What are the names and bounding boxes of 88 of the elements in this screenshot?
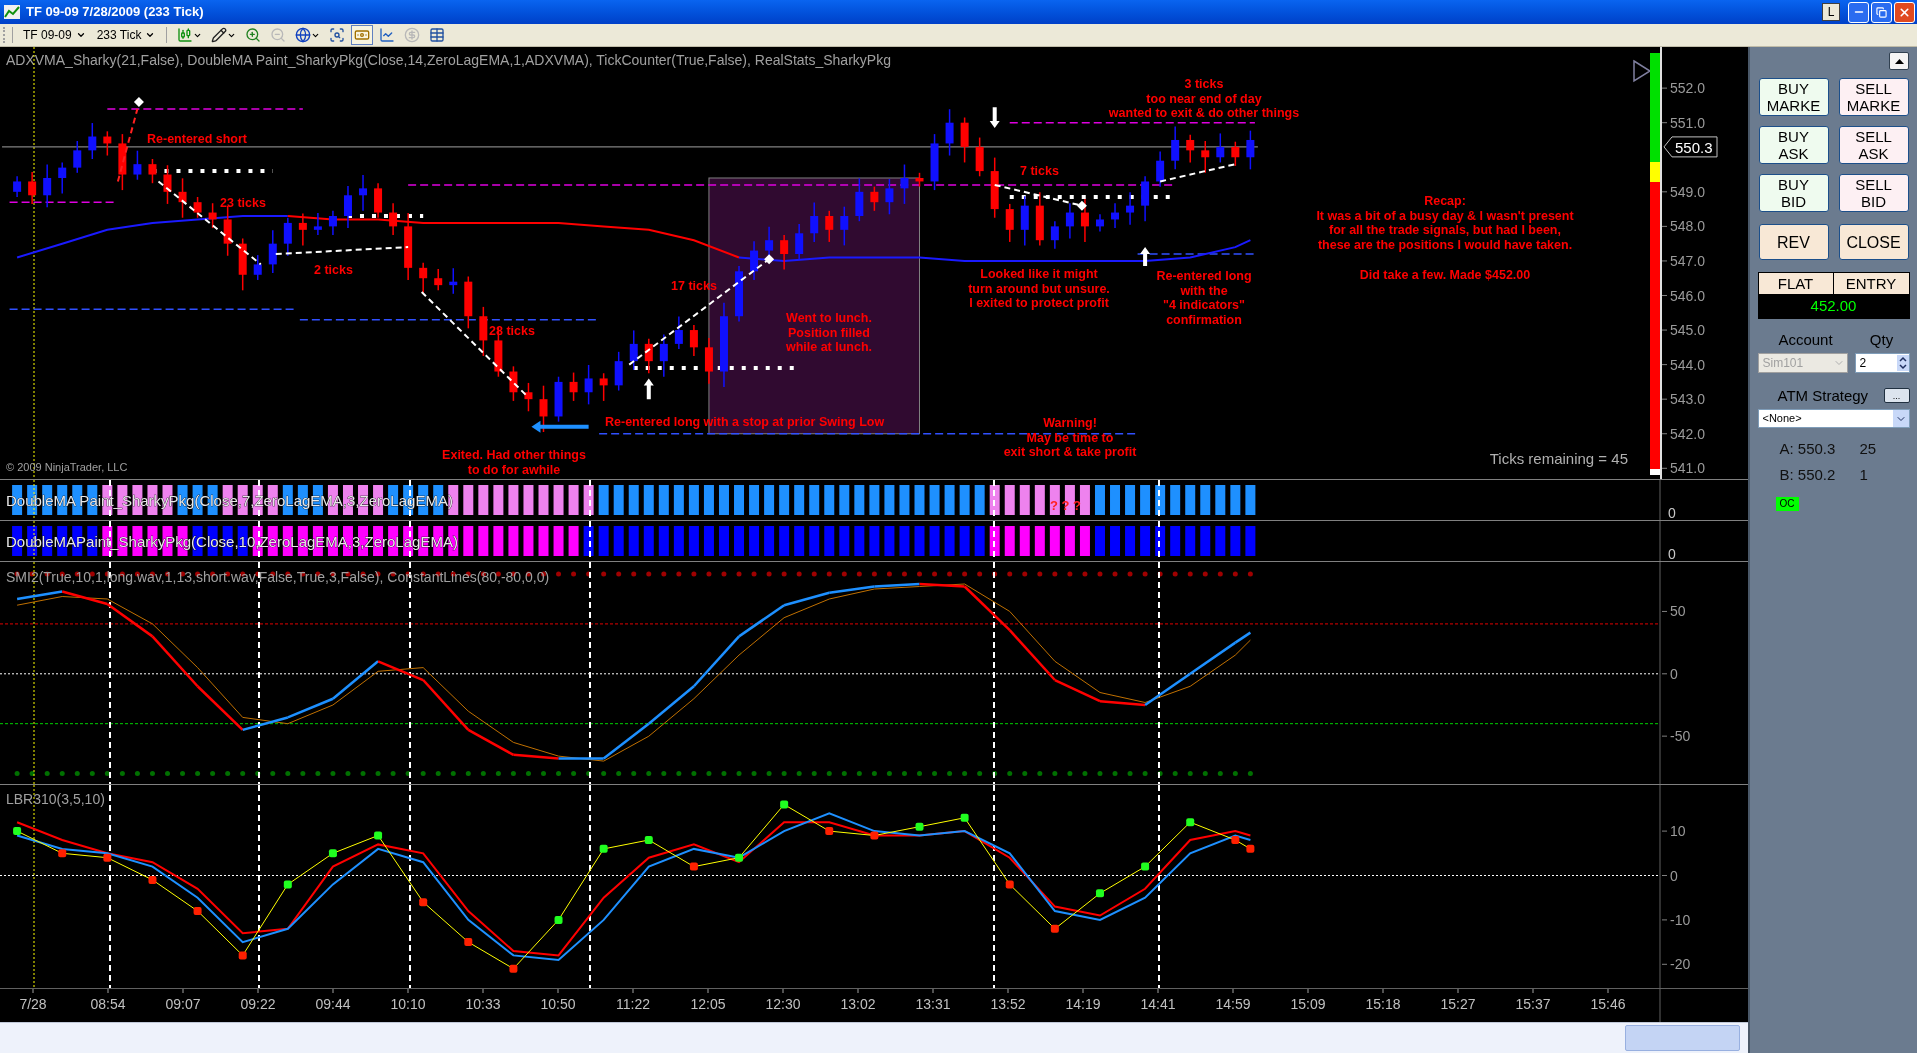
time-label: 09:07 (165, 996, 201, 1012)
quantity-label: Qty (1868, 330, 1895, 350)
axis-label: -10 (1670, 911, 1691, 928)
indicator-label: DoubleMAPaint_SharkyPkg(Close,10,ZeroLagEMA,3,ZeroLagEMA) (6, 533, 458, 550)
axis-label: 546.0 (1670, 287, 1706, 304)
chart-annotation: Did take a few. Made $452.00 (1359, 268, 1531, 282)
time-label: 15:37 (1515, 996, 1551, 1012)
axis-label: 545.0 (1670, 322, 1706, 339)
time-label: 09:22 (240, 996, 276, 1012)
order-button[interactable]: BUY ASK (1758, 126, 1829, 164)
last-price-marker: 550.3 (1663, 136, 1718, 158)
axis-label: 0 (1668, 546, 1676, 561)
indicator-label: ADXVMA_Sharky(21,False), DoubleMA Paint_SharkyPkg(Close,14,ZeroLagEMA,1,ADXVMA), TickCounter(True,False), RealStats_SharkyPkg (6, 52, 891, 68)
quote-size: 1 (1859, 464, 1868, 485)
time-label: 08:54 (90, 996, 126, 1012)
time-label: 10:33 (465, 996, 501, 1012)
status-badge: OC (1775, 497, 1799, 511)
indicator-label: LBR310(3,5,10) (6, 791, 105, 807)
chart-annotation: Warning! May be time to exit short & take profit (1003, 416, 1137, 460)
chart-annotation: 7 ticks (1020, 164, 1059, 178)
time-label: 09:44 (315, 996, 351, 1012)
indicator-label: SMI2(True,10,1,long.wav,1,13,short.wav,False,True,3,False), ConstantLines(80,-80,0,0) (6, 569, 550, 585)
atm-strategy-label: ATM Strategy (1777, 385, 1869, 406)
pin-button[interactable]: L (1822, 3, 1840, 21)
time-label: 10:10 (390, 996, 426, 1012)
profit-value: 452.00 (1810, 295, 1857, 316)
time-label: 14:19 (1065, 996, 1101, 1012)
time-label: 12:05 (690, 996, 726, 1012)
time-label: 14:41 (1140, 996, 1176, 1012)
axis-label: 544.0 (1670, 356, 1706, 373)
chart-annotation: Re-entered long with a stop at prior Swing Low (605, 415, 885, 429)
atm-settings-button[interactable]: ... (1883, 388, 1910, 404)
order-button[interactable]: BUY BID (1758, 174, 1829, 212)
time-label: 14:59 (1215, 996, 1251, 1012)
time-label: 13:31 (915, 996, 951, 1012)
time-label: 15:18 (1365, 996, 1401, 1012)
quantity-field[interactable]: 2 (1854, 352, 1910, 373)
quote-price: B: 550.2 (1779, 464, 1837, 485)
axis-label: 547.0 (1670, 252, 1706, 269)
chart-annotation: Recap: It was a bit of a busy day & I wasn't present for all the trade signals, but had I been, these are the positions I would have taken. (1316, 194, 1574, 253)
order-button[interactable]: REV (1758, 224, 1829, 260)
time-label: 15:09 (1290, 996, 1326, 1012)
chart-annotation: Re-entered long with the "4 indicators" confirmation (1156, 269, 1252, 328)
time-label: 12:30 (765, 996, 801, 1012)
axis-label: 0 (1670, 665, 1678, 682)
atm-strategy-select[interactable]: <None> (1757, 409, 1910, 428)
time-label: 7/28 (19, 996, 47, 1012)
axis-label: 542.0 (1670, 425, 1706, 442)
order-button[interactable]: SELL BID (1838, 174, 1909, 212)
axis-label: 10 (1670, 823, 1686, 840)
axis-label: -20 (1670, 956, 1691, 973)
chart-annotation: Re-entered short (147, 132, 248, 146)
time-label: 13:02 (840, 996, 876, 1012)
axis-label: 50 (1670, 603, 1686, 620)
entry-label: ENTRY (1844, 274, 1898, 294)
time-label: 15:46 (1590, 996, 1626, 1012)
time-label: 13:52 (990, 996, 1026, 1012)
time-label: 11:22 (616, 996, 650, 1012)
axis-label: -50 (1670, 728, 1691, 745)
copyright-label: © 2009 NinjaTrader, LLC (6, 461, 128, 473)
ticks-remaining-label: Ticks remaining = 45 (1489, 450, 1628, 467)
time-label: 15:27 (1440, 996, 1476, 1012)
axis-label: 551.0 (1670, 114, 1706, 131)
axis-label: 549.0 (1670, 183, 1706, 200)
order-button[interactable]: CLOSE (1838, 224, 1909, 260)
axis-label: 543.0 (1670, 391, 1706, 408)
axis-label: 0 (1670, 867, 1678, 884)
axis-label: 552.0 (1670, 80, 1706, 97)
order-button[interactable]: BUY MARKE (1758, 78, 1829, 116)
quote-price: A: 550.3 (1779, 439, 1837, 459)
chart-annotation: 23 ticks (220, 196, 266, 210)
chart-annotation: 17 ticks (671, 279, 717, 293)
chart-annotation: 3 ticks too near end of day wanted to exit & do other things (1108, 77, 1300, 121)
order-button[interactable]: SELL MARKE (1838, 78, 1909, 116)
chart-annotation: Looked like it might turn around but unsure. I exited to protect profit (968, 267, 1110, 311)
chart-annotation: Went to lunch. Position filled while at lunch. (785, 311, 873, 355)
account-label: Account (1777, 330, 1834, 350)
axis-label: 541.0 (1670, 460, 1706, 477)
axis-label: 548.0 (1670, 218, 1706, 235)
instrument-dropdown[interactable]: TF 09-09 (19, 26, 90, 44)
axis-label: 0 (1668, 505, 1676, 520)
time-label: 10:50 (540, 996, 576, 1012)
order-button[interactable]: SELL ASK (1838, 126, 1909, 164)
chart-annotation: 2 ticks (314, 263, 353, 277)
window-title: TF 09-09 7/28/2009 (233 Tick) (26, 3, 204, 22)
chart-annotation: Exited. Had other things to do for awhile (442, 448, 586, 477)
period-dropdown[interactable]: 233 Tick (92, 26, 160, 44)
quote-size: 25 (1859, 439, 1877, 459)
